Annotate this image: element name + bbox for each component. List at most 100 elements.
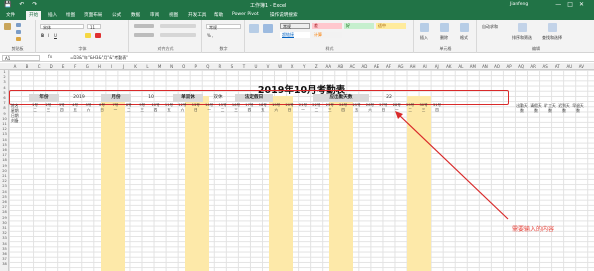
close-icon[interactable]: ✕ <box>579 1 590 8</box>
copy-icon[interactable] <box>16 30 21 34</box>
tab-insert[interactable]: 插入 <box>48 12 57 18</box>
tab-view[interactable]: 视图 <box>169 12 178 18</box>
tab-power-pivot[interactable]: Power Pivot <box>232 12 259 17</box>
font-size-select[interactable]: 11 <box>87 24 101 30</box>
row-header[interactable]: 4 <box>0 86 9 90</box>
row-header[interactable]: 31 <box>0 226 9 230</box>
row-header[interactable]: 29 <box>0 216 9 220</box>
row-header[interactable]: 23 <box>0 184 9 188</box>
underline-icon[interactable]: U <box>54 33 57 38</box>
row-header[interactable]: 14 <box>0 138 9 142</box>
find-select-icon[interactable] <box>548 23 557 32</box>
font-name-select[interactable]: 宋体 <box>40 24 84 30</box>
formula-input[interactable]: =D3&"年"&H3&"月"&"考勤表" <box>70 55 128 61</box>
name-box[interactable]: A1 <box>2 55 40 61</box>
sort-filter-button[interactable]: 排序和筛选 <box>512 35 532 41</box>
row-header[interactable]: 10 <box>0 117 9 121</box>
italic-icon[interactable]: I <box>48 33 49 38</box>
row-header[interactable]: 35 <box>0 247 9 251</box>
column-header[interactable]: A <box>9 64 21 69</box>
fill-color-icon[interactable] <box>85 33 91 38</box>
row-header[interactable]: 13 <box>0 132 9 136</box>
tab-developer[interactable]: 开发工具 <box>188 12 206 18</box>
column-header[interactable]: M <box>154 64 166 69</box>
column-header[interactable]: O <box>178 64 190 69</box>
column-header[interactable]: D <box>45 64 57 69</box>
align-top-icon[interactable] <box>134 24 154 28</box>
row-header[interactable]: 21 <box>0 174 9 178</box>
style-bad[interactable]: 差 <box>312 23 342 29</box>
column-header[interactable]: AE <box>371 64 383 69</box>
tab-review[interactable]: 审阅 <box>150 12 159 18</box>
column-header[interactable]: AA <box>322 64 334 69</box>
row-header[interactable]: 3 <box>0 80 9 84</box>
style-good[interactable]: 好 <box>344 23 374 29</box>
column-header[interactable]: AT <box>551 64 563 69</box>
insert-cells-icon[interactable] <box>420 23 429 32</box>
column-header[interactable]: X <box>286 64 298 69</box>
conditional-format-icon[interactable] <box>249 24 259 33</box>
column-header[interactable]: G <box>81 64 93 69</box>
column-header[interactable]: R <box>214 64 226 69</box>
column-header[interactable]: AH <box>407 64 419 69</box>
column-header[interactable]: I <box>105 64 117 69</box>
row-header[interactable]: 12 <box>0 127 9 131</box>
sort-filter-icon[interactable] <box>518 23 527 32</box>
window-controls[interactable]: —□✕ <box>555 1 590 8</box>
style-calculation[interactable]: 计算 <box>312 32 342 38</box>
tab-draw[interactable]: 绘图 <box>66 12 75 18</box>
merge-center-icon[interactable] <box>160 33 196 37</box>
style-neutral[interactable]: 适中 <box>376 23 406 29</box>
worksheet-grid[interactable]: 2019年10月考勤表 年份 2019 月份 10 单双休 双休 法定假日 应出… <box>9 70 594 271</box>
row-header[interactable]: 7 <box>0 101 9 105</box>
style-normal[interactable]: 常规 <box>280 23 310 29</box>
column-header[interactable]: Z <box>310 64 322 69</box>
row-header[interactable]: 15 <box>0 143 9 147</box>
row-header[interactable]: 20 <box>0 169 9 173</box>
row-header[interactable]: 30 <box>0 221 9 225</box>
column-header[interactable]: AM <box>467 64 479 69</box>
row-header[interactable]: 19 <box>0 164 9 168</box>
row-header[interactable]: 24 <box>0 190 9 194</box>
column-header[interactable]: AJ <box>431 64 443 69</box>
format-cells-icon[interactable] <box>460 23 469 32</box>
column-header[interactable]: AC <box>346 64 358 69</box>
row-header[interactable]: 6 <box>0 96 9 100</box>
column-header[interactable]: AF <box>383 64 395 69</box>
column-header[interactable]: AK <box>443 64 455 69</box>
column-header[interactable]: L <box>142 64 154 69</box>
maximize-icon[interactable]: □ <box>567 1 579 8</box>
column-header[interactable]: S <box>226 64 238 69</box>
column-header[interactable]: H <box>93 64 105 69</box>
tab-data[interactable]: 数据 <box>131 12 140 18</box>
wrap-text-icon[interactable] <box>160 24 196 28</box>
format-button[interactable]: 格式 <box>460 35 468 41</box>
column-header[interactable]: AB <box>334 64 346 69</box>
tab-home[interactable]: 开始 <box>26 11 42 20</box>
column-header[interactable]: P <box>190 64 202 69</box>
column-header[interactable]: AN <box>479 64 491 69</box>
column-header[interactable]: AG <box>395 64 407 69</box>
delete-button[interactable]: 删除 <box>440 35 448 41</box>
row-header[interactable]: 8 <box>0 106 9 110</box>
tab-file[interactable]: 文件 <box>6 12 15 18</box>
style-hyperlink[interactable]: 超链接 <box>280 32 310 38</box>
cut-icon[interactable] <box>16 23 21 27</box>
row-header[interactable]: 37 <box>0 257 9 261</box>
column-header[interactable]: J <box>117 64 129 69</box>
row-header[interactable]: 25 <box>0 195 9 199</box>
column-header[interactable]: AV <box>575 64 587 69</box>
tell-me-search[interactable]: 操作说明搜索 <box>270 12 298 18</box>
column-header[interactable]: Q <box>202 64 214 69</box>
column-header[interactable]: AQ <box>515 64 527 69</box>
column-header[interactable]: W <box>274 64 286 69</box>
row-header[interactable]: 18 <box>0 158 9 162</box>
column-header[interactable]: AO <box>491 64 503 69</box>
column-header[interactable]: F <box>69 64 81 69</box>
format-as-table-icon[interactable] <box>263 24 273 33</box>
row-header[interactable]: 9 <box>0 112 9 116</box>
user-name[interactable]: Jianfeng <box>510 2 528 7</box>
row-header[interactable]: 11 <box>0 122 9 126</box>
column-header[interactable]: AD <box>358 64 370 69</box>
column-header[interactable]: K <box>130 64 142 69</box>
